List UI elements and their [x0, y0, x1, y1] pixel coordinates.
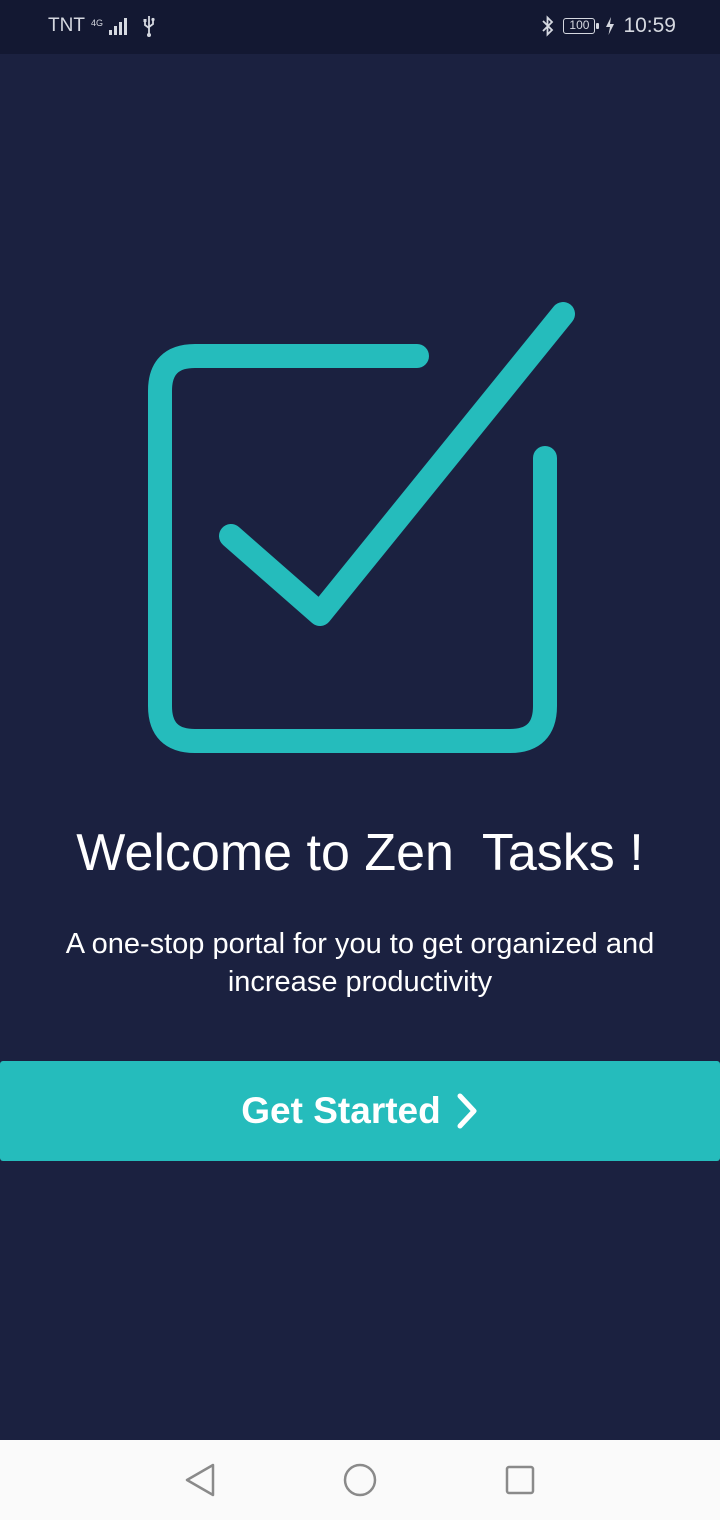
network-type: 4G — [90, 17, 103, 28]
get-started-button[interactable]: Get Started — [0, 1061, 720, 1161]
get-started-label: Get Started — [241, 1090, 441, 1131]
battery-level: 100 — [569, 18, 590, 32]
bluetooth-icon — [542, 15, 554, 37]
home-icon — [343, 1463, 377, 1497]
welcome-subtitle: A one-stop portal for you to get organiz… — [65, 928, 655, 998]
charging-icon — [606, 17, 615, 35]
back-button[interactable] — [180, 1460, 220, 1500]
checkbox-logo-icon — [148, 302, 575, 753]
battery-icon: 100 — [563, 18, 600, 34]
status-bar: TNT 4G 100 10:59 — [0, 0, 720, 54]
usb-icon — [143, 16, 155, 37]
status-right: 100 10:59 — [541, 14, 676, 38]
recents-button[interactable] — [500, 1460, 540, 1500]
recents-icon — [505, 1465, 535, 1495]
chevron-right-icon — [457, 1093, 477, 1129]
navigation-bar — [0, 1440, 720, 1520]
carrier-name: TNT — [48, 15, 85, 36]
home-button[interactable] — [340, 1460, 380, 1500]
status-left: TNT 4G — [48, 15, 157, 37]
welcome-title: Welcome to Zen Tasks ! — [76, 824, 644, 882]
clock: 10:59 — [623, 14, 676, 37]
back-icon — [185, 1463, 215, 1497]
signal-icon — [108, 17, 127, 35]
